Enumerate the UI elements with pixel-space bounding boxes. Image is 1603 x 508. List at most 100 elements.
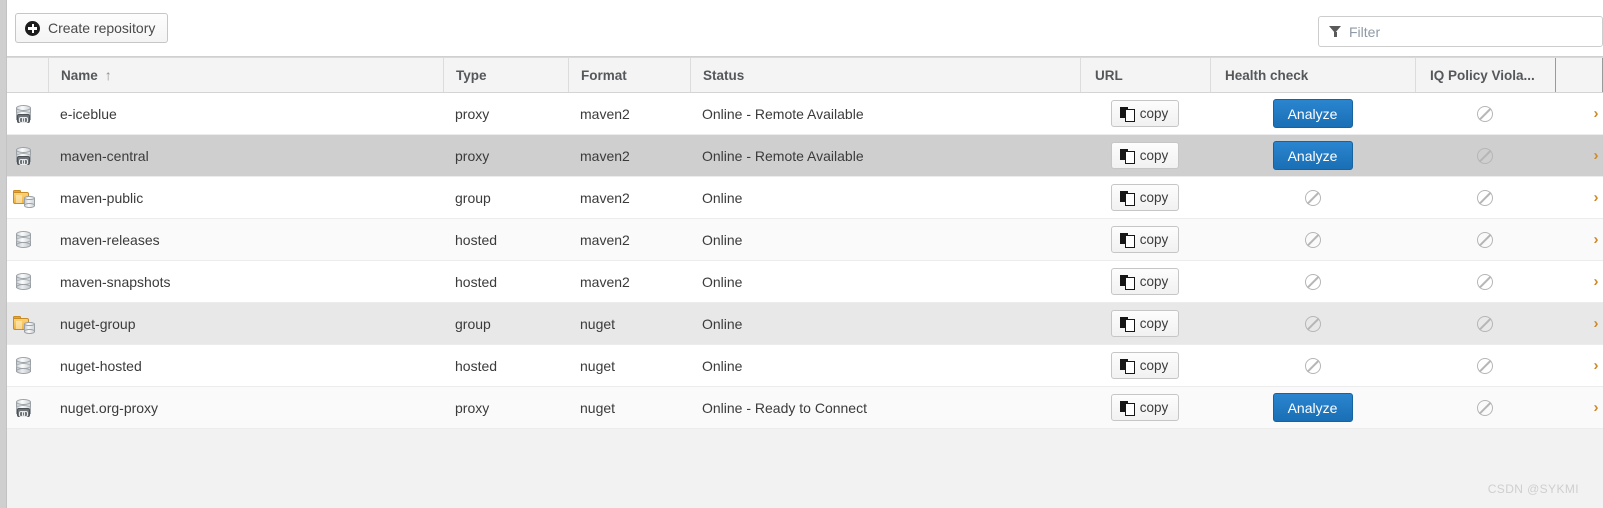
analyze-button[interactable]: Analyze — [1272, 141, 1353, 170]
repository-url-cell: copy — [1080, 177, 1210, 218]
repository-name-cell[interactable]: maven-snapshots — [48, 261, 443, 302]
repository-manager-page: Create repository Name ↑ Type Format — [0, 0, 1603, 508]
copy-url-button[interactable]: copy — [1110, 394, 1180, 421]
copy-url-label: copy — [1139, 400, 1169, 415]
truncated-edge-icon: › — [1593, 231, 1599, 248]
repository-status-cell: Online — [690, 303, 1080, 344]
prohibited-icon — [1304, 189, 1321, 206]
copy-pages-icon — [1119, 400, 1135, 416]
repository-url-cell: copy — [1080, 93, 1210, 134]
copy-url-button[interactable]: copy — [1110, 226, 1180, 253]
column-header-overflow[interactable] — [1555, 58, 1603, 92]
repository-status-cell: Online - Remote Available — [690, 135, 1080, 176]
column-header-status[interactable]: Status — [690, 58, 1080, 92]
repository-name-cell[interactable]: nuget.org-proxy — [48, 387, 443, 428]
table-area: Name ↑ Type Format Status URL Health che… — [0, 56, 1603, 508]
table-row[interactable]: maven-central proxy maven2 Online - Remote … — [0, 135, 1603, 177]
repository-status: Online — [702, 357, 743, 374]
repository-name-cell[interactable]: maven-central — [48, 135, 443, 176]
repository-format-cell: maven2 — [568, 135, 690, 176]
analyze-button[interactable]: Analyze — [1272, 99, 1353, 128]
table-row[interactable]: e-iceblue proxy maven2 Online - Remote Avai… — [0, 93, 1603, 135]
prohibited-icon — [1477, 399, 1493, 416]
prohibited-icon — [1477, 189, 1493, 206]
copy-url-button[interactable]: copy — [1110, 310, 1180, 337]
copy-url-button[interactable]: copy — [1110, 184, 1180, 211]
repository-health-check-cell — [1210, 219, 1415, 260]
repository-format-cell: nuget — [568, 345, 690, 386]
prohibited-icon — [1304, 231, 1321, 248]
column-header-type-label: Type — [456, 67, 487, 83]
table-row[interactable]: nuget-group group nuget Online copy › — [0, 303, 1603, 345]
repository-type-icon-cell — [0, 261, 48, 302]
prohibited-icon — [1304, 315, 1321, 332]
analyze-button-label: Analyze — [1287, 105, 1338, 122]
hosted-repository-icon — [13, 272, 35, 292]
repository-name-cell[interactable]: e-iceblue — [48, 93, 443, 134]
repository-name-cell[interactable]: nuget-hosted — [48, 345, 443, 386]
filter-input[interactable] — [1349, 18, 1579, 45]
column-header-health-check[interactable]: Health check — [1210, 58, 1415, 92]
repository-type: proxy — [455, 147, 490, 164]
repository-type-cell: hosted — [443, 345, 568, 386]
column-header-url[interactable]: URL — [1080, 58, 1210, 92]
filter-box[interactable] — [1318, 16, 1603, 47]
copy-url-button[interactable]: copy — [1110, 268, 1180, 295]
analyze-button-label: Analyze — [1287, 399, 1338, 416]
repository-format-cell: maven2 — [568, 219, 690, 260]
repository-url-cell: copy — [1080, 261, 1210, 302]
watermark: CSDN @SYKMI — [1487, 482, 1579, 496]
table-row[interactable]: maven-snapshots hosted maven2 Online copy › — [0, 261, 1603, 303]
repository-format: maven2 — [580, 231, 630, 248]
table-row[interactable]: maven-releases hosted maven2 Online copy › — [0, 219, 1603, 261]
truncated-edge-icon: › — [1593, 357, 1599, 374]
copy-url-button[interactable]: copy — [1110, 142, 1180, 169]
copy-url-label: copy — [1139, 274, 1169, 289]
analyze-button[interactable]: Analyze — [1272, 393, 1353, 422]
copy-url-label: copy — [1139, 148, 1169, 163]
repository-overflow-cell: › — [1555, 93, 1603, 134]
repository-type-cell: group — [443, 303, 568, 344]
copy-pages-icon — [1119, 106, 1135, 122]
truncated-edge-icon: › — [1593, 399, 1599, 416]
repository-status-cell: Online — [690, 261, 1080, 302]
copy-url-button[interactable]: copy — [1110, 352, 1180, 379]
repository-name: maven-releases — [60, 231, 160, 248]
repository-name: maven-snapshots — [60, 273, 171, 290]
column-header-name[interactable]: Name ↑ — [48, 58, 443, 92]
repository-format: nuget — [580, 357, 616, 374]
repository-type-icon-cell — [0, 345, 48, 386]
proxy-repository-icon — [13, 146, 35, 166]
column-header-type[interactable]: Type — [443, 58, 568, 92]
repository-format-cell: maven2 — [568, 261, 690, 302]
table-row[interactable]: maven-public group maven2 Online copy › — [0, 177, 1603, 219]
repository-iq-policy-cell — [1415, 345, 1555, 386]
repository-url-cell: copy — [1080, 345, 1210, 386]
column-header-iq-policy-violations[interactable]: IQ Policy Viola... — [1415, 58, 1555, 92]
repository-format: maven2 — [580, 105, 630, 122]
copy-url-button[interactable]: copy — [1110, 100, 1180, 127]
repository-overflow-cell: › — [1555, 219, 1603, 260]
column-header-format[interactable]: Format — [568, 58, 690, 92]
repository-name-cell[interactable]: nuget-group — [48, 303, 443, 344]
repository-status: Online — [702, 189, 743, 206]
repository-type: proxy — [455, 399, 490, 416]
repository-status: Online — [702, 231, 743, 248]
repository-name-cell[interactable]: maven-public — [48, 177, 443, 218]
repository-name-cell[interactable]: maven-releases — [48, 219, 443, 260]
repository-type-icon-cell — [0, 177, 48, 218]
table-header-row: Name ↑ Type Format Status URL Health che… — [0, 57, 1603, 93]
repository-format-cell: nuget — [568, 387, 690, 428]
repository-health-check-cell — [1210, 345, 1415, 386]
sort-ascending-icon: ↑ — [104, 67, 112, 83]
repository-type-icon-cell — [0, 219, 48, 260]
plus-circle-icon — [25, 20, 40, 36]
repository-type: proxy — [455, 105, 490, 122]
table-row[interactable]: nuget-hosted hosted nuget Online copy › — [0, 345, 1603, 387]
create-repository-button[interactable]: Create repository — [15, 13, 169, 43]
table-row[interactable]: nuget.org-proxy proxy nuget Online - Ready … — [0, 387, 1603, 429]
analyze-button-label: Analyze — [1287, 147, 1338, 164]
column-header-health-check-label: Health check — [1225, 67, 1309, 83]
repository-status-cell: Online — [690, 177, 1080, 218]
repository-status: Online — [702, 273, 743, 290]
